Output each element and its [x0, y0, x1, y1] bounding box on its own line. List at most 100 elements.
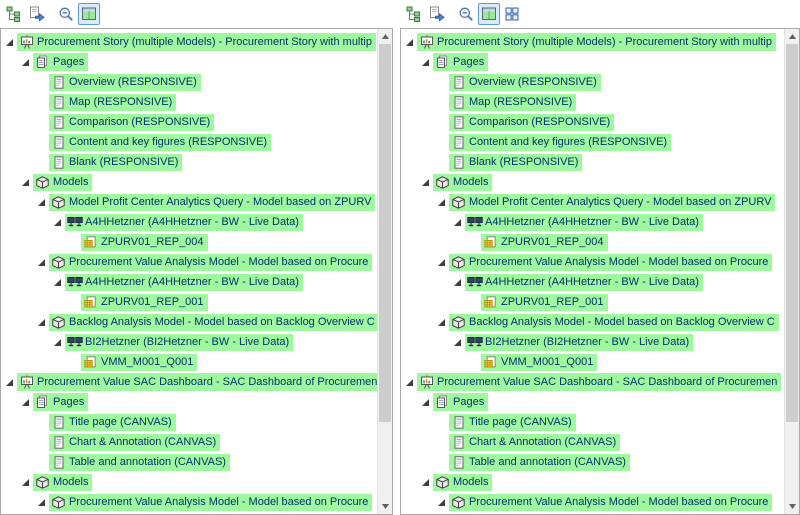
expander-icon[interactable] [417, 178, 433, 187]
expander-icon[interactable] [417, 398, 433, 407]
tree-structure-button[interactable] [3, 3, 25, 25]
tree-row[interactable]: Chart & Annotation (CANVAS) [401, 432, 784, 452]
tree-row[interactable]: Overview (RESPONSIVE) [1, 72, 377, 92]
tree-row[interactable]: ZPURV01_REP_004 [1, 232, 377, 252]
tree-row[interactable]: ZPURV01_REP_004 [401, 232, 784, 252]
tree-node[interactable]: ZPURV01_REP_001 [81, 294, 208, 311]
tree-row[interactable]: Comparison (RESPONSIVE) [1, 112, 377, 132]
tree-node[interactable]: Comparison (RESPONSIVE) [49, 114, 214, 131]
tree-row[interactable]: Pages [401, 52, 784, 72]
expander-icon[interactable] [33, 198, 49, 207]
tree-node[interactable]: Content and key figures (RESPONSIVE) [49, 134, 271, 151]
tree-row[interactable]: Procurement Value Analysis Model - Model… [1, 252, 377, 272]
scroll-down-button[interactable] [785, 499, 799, 514]
tree-row[interactable]: Backlog Analysis Model - Model based on … [1, 312, 377, 332]
expander-icon[interactable] [449, 278, 465, 287]
highlight-differences-button[interactable] [478, 3, 500, 25]
tree-row[interactable]: Procurement Value SAC Dashboard - SAC Da… [401, 372, 784, 392]
tree-row[interactable]: Title page (CANVAS) [401, 412, 784, 432]
grid-view-button[interactable] [501, 3, 523, 25]
expander-icon[interactable] [433, 258, 449, 267]
tree-node[interactable]: Models [433, 174, 492, 191]
tree-node[interactable]: BI2Hetzner (BI2Hetzner - BW - Live Data) [65, 334, 293, 351]
tree-row[interactable]: BI2Hetzner (BI2Hetzner - BW - Live Data) [401, 332, 784, 352]
tree-node[interactable]: Overview (RESPONSIVE) [49, 74, 201, 91]
tree-node[interactable]: VMM_M001_Q001 [81, 354, 197, 371]
tree-row[interactable]: BI2Hetzner (BI2Hetzner - BW - Live Data) [1, 332, 377, 352]
tree-row[interactable]: Pages [1, 52, 377, 72]
tree-row[interactable]: A4HHetzner (A4HHetzner - BW - Live Data) [401, 212, 784, 232]
tree-row[interactable]: Models [1, 472, 377, 492]
tree-row[interactable]: A4HHetzner (A4HHetzner - BW - Live Data) [1, 212, 377, 232]
tree-node[interactable]: VMM_M001_Q001 [481, 354, 597, 371]
scroll-up-button[interactable] [378, 29, 392, 44]
tree-node[interactable]: BI2Hetzner (BI2Hetzner - BW - Live Data) [465, 334, 693, 351]
tree-node[interactable]: Map (RESPONSIVE) [449, 94, 576, 111]
tree-node[interactable]: ZPURV01_REP_004 [481, 234, 608, 251]
tree-row[interactable]: Procurement Value Analysis Model - Model… [401, 252, 784, 272]
tree-node[interactable]: Procurement Value Analysis Model - Model… [49, 494, 372, 511]
tree-node[interactable]: Chart & Annotation (CANVAS) [449, 434, 620, 451]
tree-node[interactable]: Model Profit Center Analytics Query - Mo… [49, 194, 375, 211]
expander-icon[interactable] [1, 378, 17, 387]
tree-row[interactable]: Backlog Analysis Model - Model based on … [401, 312, 784, 332]
tree-node[interactable]: Title page (CANVAS) [449, 414, 576, 431]
tree-row[interactable]: VMM_M001_Q001 [1, 352, 377, 372]
tree-node[interactable]: Models [433, 474, 492, 491]
tree-row[interactable]: Model Profit Center Analytics Query - Mo… [1, 192, 377, 212]
tree-node[interactable]: Blank (RESPONSIVE) [449, 154, 582, 171]
tree-node[interactable]: Backlog Analysis Model - Model based on … [449, 314, 779, 331]
tree-node[interactable]: Pages [433, 53, 488, 71]
left-vertical-scrollbar[interactable] [377, 29, 392, 514]
expander-icon[interactable] [49, 218, 65, 227]
scroll-thumb[interactable] [379, 44, 391, 422]
tree-row[interactable]: Content and key figures (RESPONSIVE) [401, 132, 784, 152]
tree-node[interactable]: Chart & Annotation (CANVAS) [49, 434, 220, 451]
scroll-thumb[interactable] [786, 44, 798, 422]
tree-row[interactable]: Content and key figures (RESPONSIVE) [1, 132, 377, 152]
tree-row[interactable]: Map (RESPONSIVE) [1, 92, 377, 112]
right-vertical-scrollbar[interactable] [784, 29, 799, 514]
tree-node[interactable]: ZPURV01_REP_001 [481, 294, 608, 311]
expander-icon[interactable] [401, 378, 417, 387]
tree-row[interactable]: Procurement Value SAC Dashboard - SAC Da… [1, 372, 377, 392]
tree-row[interactable]: Procurement Value Analysis Model - Model… [1, 492, 377, 512]
tree-node[interactable]: A4HHetzner (A4HHetzner - BW - Live Data) [65, 214, 303, 231]
tree-node[interactable]: Pages [33, 393, 88, 411]
tree-node[interactable]: Models [33, 174, 92, 191]
expander-icon[interactable] [33, 258, 49, 267]
tree-node[interactable]: Procurement Value Analysis Model - Model… [449, 254, 772, 271]
tree-row[interactable]: Comparison (RESPONSIVE) [401, 112, 784, 132]
tree-row[interactable]: A4HHetzner (A4HHetzner - BW - Live Data) [1, 272, 377, 292]
tree-node[interactable]: Blank (RESPONSIVE) [49, 154, 182, 171]
tree-node[interactable]: Table and annotation (CANVAS) [49, 454, 230, 471]
tree-row[interactable]: Blank (RESPONSIVE) [401, 152, 784, 172]
tree-row[interactable]: Procurement Story (multiple Models) - Pr… [1, 32, 377, 52]
expander-icon[interactable] [417, 478, 433, 487]
expander-icon[interactable] [401, 38, 417, 47]
tree-node[interactable]: Models [33, 474, 92, 491]
tree-node[interactable]: Title page (CANVAS) [49, 414, 176, 431]
expander-icon[interactable] [49, 338, 65, 347]
tree-node[interactable]: Pages [433, 393, 488, 411]
tree-node[interactable]: Procurement Story (multiple Models) - Pr… [417, 33, 776, 51]
expander-icon[interactable] [49, 278, 65, 287]
tree-node[interactable]: Procurement Value Analysis Model - Model… [49, 254, 372, 271]
tree-row[interactable]: Pages [401, 392, 784, 412]
expander-icon[interactable] [17, 478, 33, 487]
tree-row[interactable]: Blank (RESPONSIVE) [1, 152, 377, 172]
export-button[interactable] [426, 3, 448, 25]
scroll-track[interactable] [378, 44, 392, 499]
tree-row[interactable]: Table and annotation (CANVAS) [1, 452, 377, 472]
tree-node[interactable]: Procurement Value SAC Dashboard - SAC Da… [17, 373, 377, 391]
tree-row[interactable]: Models [401, 172, 784, 192]
export-button[interactable] [26, 3, 48, 25]
scroll-down-button[interactable] [378, 499, 392, 514]
scroll-up-button[interactable] [785, 29, 799, 44]
tree-row[interactable]: Table and annotation (CANVAS) [401, 452, 784, 472]
tree-row[interactable]: A4HHetzner (A4HHetzner - BW - Live Data) [401, 272, 784, 292]
tree-row[interactable]: ZPURV01_REP_001 [401, 292, 784, 312]
tree-node[interactable]: Table and annotation (CANVAS) [449, 454, 630, 471]
tree-node[interactable]: Model Profit Center Analytics Query - Mo… [449, 194, 775, 211]
tree-node[interactable]: Map (RESPONSIVE) [49, 94, 176, 111]
